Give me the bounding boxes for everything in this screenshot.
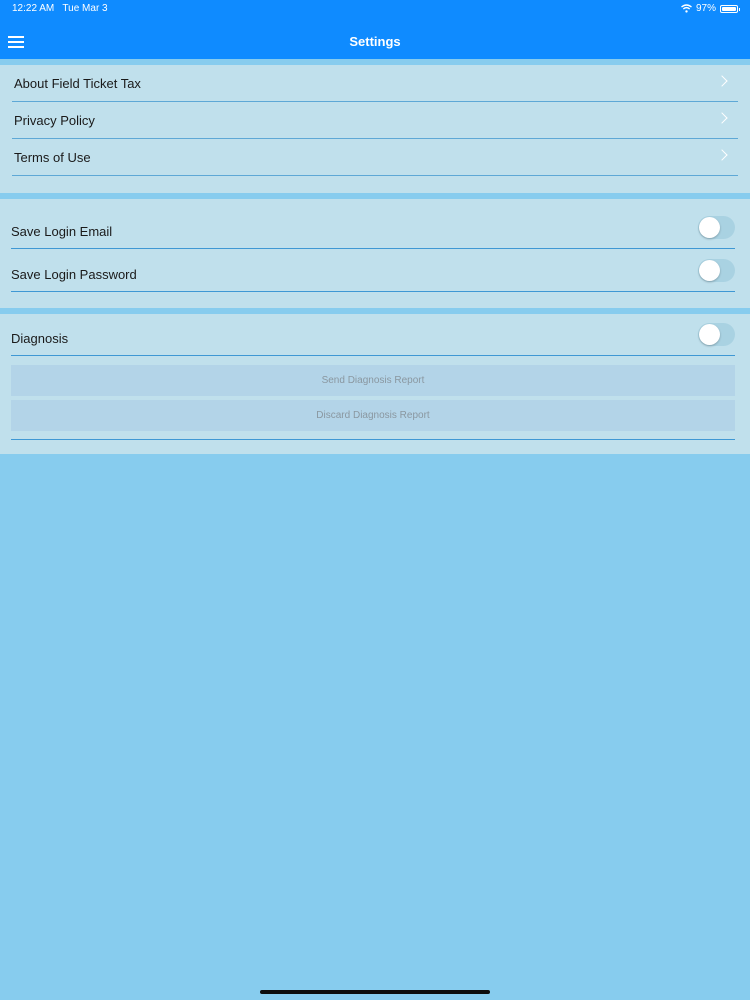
status-date-text: Tue Mar 3	[62, 3, 108, 14]
chevron-right-icon	[716, 149, 728, 161]
about-field-ticket-tax-row[interactable]: About Field Ticket Tax	[12, 65, 738, 102]
terms-of-use-label: Terms of Use	[14, 150, 91, 165]
save-login-password-label: Save Login Password	[11, 267, 137, 282]
privacy-policy-row[interactable]: Privacy Policy	[12, 102, 738, 139]
status-bar: 12:22 AM Tue Mar 3 97%	[0, 0, 750, 18]
save-login-email-label: Save Login Email	[11, 224, 113, 239]
home-indicator[interactable]	[260, 990, 490, 994]
status-time-text: 12:22 AM	[12, 3, 55, 14]
page-title: Settings	[349, 34, 401, 49]
diagnosis-section: Diagnosis Send Diagnosis Report Discard …	[0, 314, 750, 454]
diagnosis-toggle[interactable]	[698, 323, 735, 346]
status-right: 97%	[681, 3, 740, 14]
save-login-email-toggle[interactable]	[698, 216, 735, 239]
terms-of-use-row[interactable]: Terms of Use	[12, 139, 738, 176]
save-login-email-row: Save Login Email	[11, 207, 735, 249]
discard-diagnosis-report-button[interactable]: Discard Diagnosis Report	[11, 400, 735, 431]
info-links-section: About Field Ticket Tax Privacy Policy Te…	[0, 65, 750, 193]
navigation-bar: 12:22 AM Tue Mar 3 97% Settings	[0, 0, 750, 59]
battery-percent: 97%	[695, 3, 716, 14]
login-settings-section: Save Login Email Save Login Password	[0, 199, 750, 308]
toggle-knob	[699, 324, 720, 345]
diagnosis-label: Diagnosis	[11, 331, 69, 346]
toggle-knob	[699, 217, 720, 238]
about-label: About Field Ticket Tax	[14, 76, 141, 91]
chevron-right-icon	[716, 75, 728, 87]
diagnosis-row: Diagnosis	[11, 314, 735, 356]
save-login-password-row: Save Login Password	[11, 250, 735, 292]
status-time: 12:22 AM Tue Mar 3	[12, 3, 108, 14]
save-login-password-toggle[interactable]	[698, 259, 735, 282]
send-diagnosis-report-button[interactable]: Send Diagnosis Report	[11, 365, 735, 396]
chevron-right-icon	[716, 112, 728, 124]
section-divider	[11, 439, 735, 440]
wifi-icon	[681, 4, 692, 13]
toggle-knob	[699, 260, 720, 281]
privacy-policy-label: Privacy Policy	[14, 113, 95, 128]
battery-icon	[720, 4, 740, 13]
